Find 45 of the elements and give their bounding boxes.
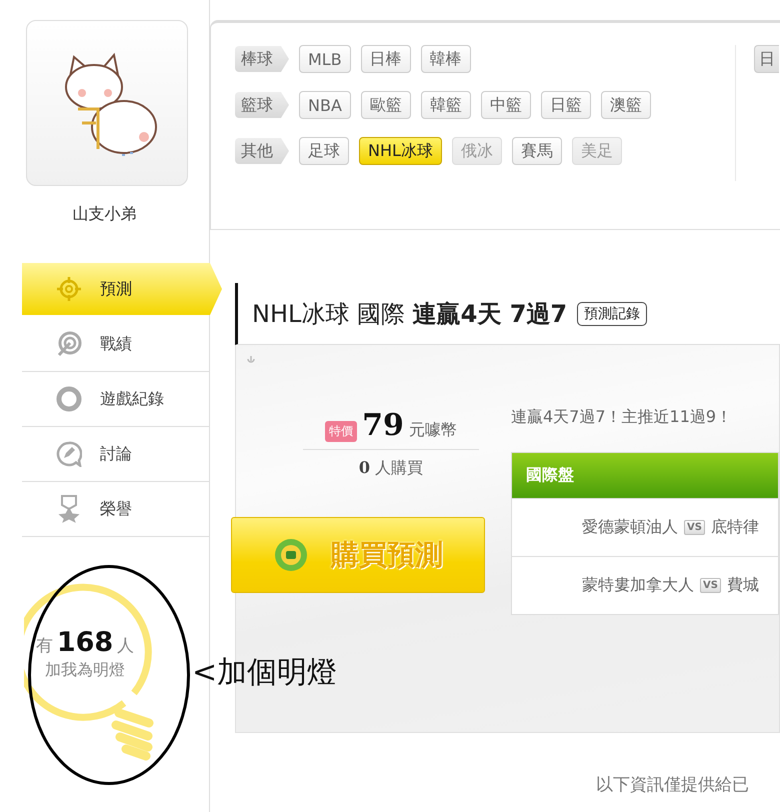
table-header: 國際盤 [512, 453, 778, 498]
category-chip[interactable]: 韓籃 [420, 91, 471, 119]
category-chip[interactable]: NHL冰球 [359, 137, 442, 165]
medal-star-icon [56, 495, 82, 523]
annotation-text: <加個明燈 [192, 654, 338, 692]
buyer-count: 0 人購買 [358, 458, 424, 479]
user-name: 山支小弟 [72, 204, 138, 225]
category-chip[interactable]: 澳籃 [600, 91, 651, 119]
nav-item[interactable]: 榮譽 [22, 482, 209, 537]
category-chip[interactable]: 日 [754, 45, 779, 73]
prediction-title: NHL冰球 國際 連贏4天 7過7 [252, 298, 568, 330]
category-chip[interactable]: 日籃 [540, 91, 591, 119]
category-chip[interactable]: 足球 [299, 137, 349, 165]
nav-item[interactable]: 戰績 [22, 317, 209, 372]
vs-badge: VS [684, 520, 705, 535]
team-name: 底特律 [710, 517, 759, 538]
vs-badge: VS [700, 578, 721, 593]
target-icon [56, 276, 82, 302]
summary-text: 連贏4天7過7！主推近11過9！ [511, 407, 734, 428]
category-label: 籃球 [235, 92, 289, 118]
category-label: 其他 [235, 138, 289, 164]
price: 79 [362, 408, 404, 443]
history-button[interactable]: 預測記錄 [577, 302, 648, 326]
coin-icon [273, 537, 309, 573]
notice-text: 以下資訊僅提供給已 [596, 774, 750, 796]
category-chip[interactable]: 歐籃 [360, 91, 411, 119]
category-chip[interactable]: MLB [299, 45, 351, 73]
team-name: 費城 [726, 575, 759, 596]
category-chip[interactable]: 中籃 [480, 91, 531, 119]
team-name: 愛德蒙頓油人 [582, 517, 678, 538]
nav-item[interactable]: 預測 [22, 263, 222, 315]
category-chip[interactable]: 賽馬 [512, 137, 562, 165]
ring-icon [56, 386, 82, 412]
sale-badge: 特價 [325, 421, 358, 442]
nav-item[interactable]: 遊戲紀錄 [22, 372, 209, 427]
category-chip[interactable]: NBA [299, 91, 351, 119]
price-unit: 元噱幣 [408, 420, 457, 441]
category-chip[interactable]: 韓棒 [420, 45, 471, 73]
speech-pencil-icon [56, 441, 82, 467]
category-chip[interactable]: 日棒 [360, 45, 411, 73]
nav-item[interactable]: 討論 [22, 427, 209, 482]
fan-count-text: 有 168 人 [34, 627, 136, 658]
team-name: 蒙特婁加拿大人 [582, 575, 694, 596]
fan-caption: 加我為明燈 [44, 660, 126, 681]
category-label: 棒球 [235, 46, 289, 72]
